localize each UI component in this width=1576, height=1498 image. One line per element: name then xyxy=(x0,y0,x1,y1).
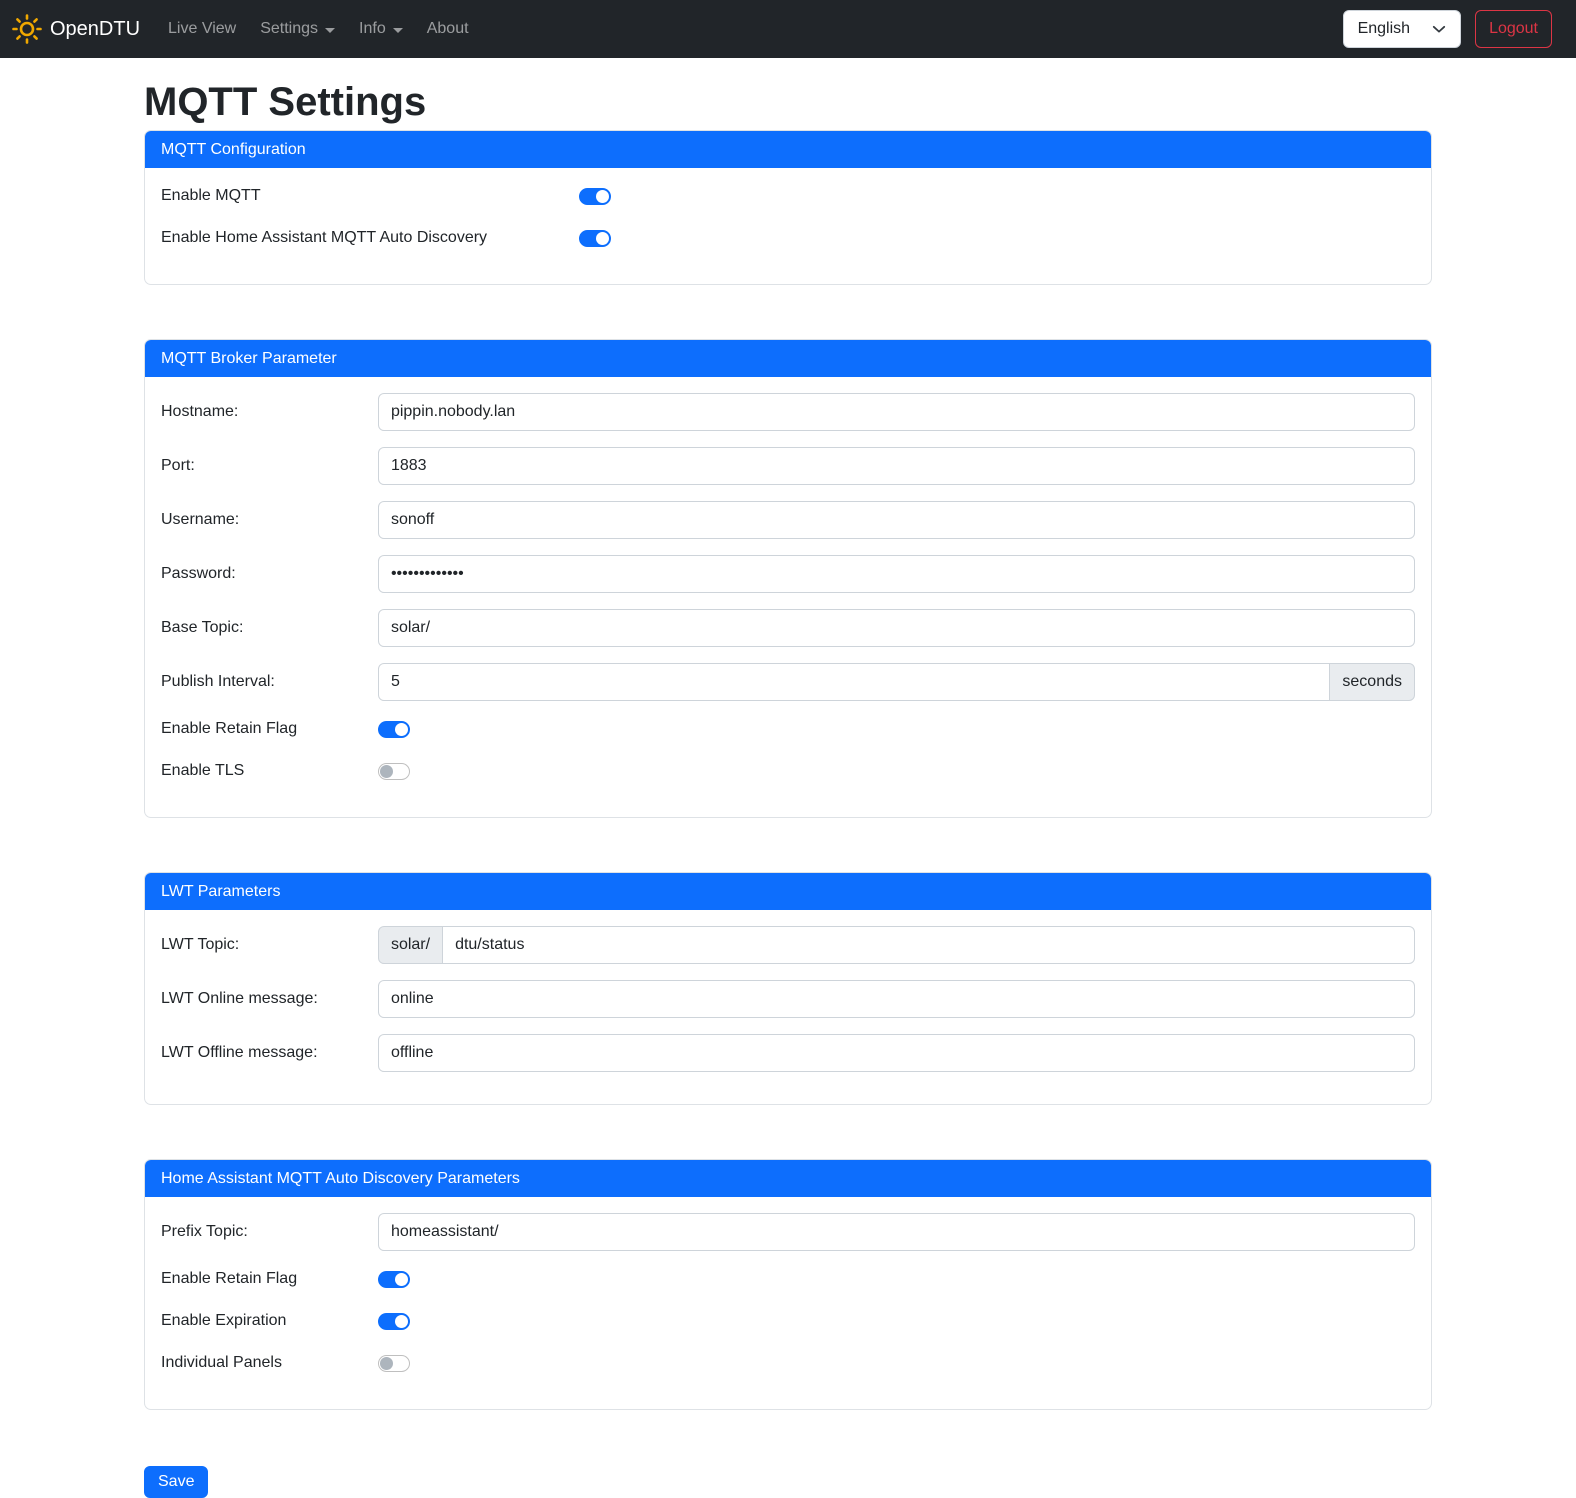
base-topic-input[interactable] xyxy=(378,609,1415,647)
nav-item-live-view[interactable]: Live View xyxy=(160,12,244,46)
brand-link[interactable]: OpenDTU xyxy=(12,14,140,44)
row-ha-enable-retain: Enable Retain Flag xyxy=(161,1267,1415,1291)
chevron-down-icon xyxy=(1432,22,1446,36)
nav-item-label: About xyxy=(427,20,469,38)
enable-expiration-switch[interactable] xyxy=(378,1313,410,1330)
publish-interval-input[interactable] xyxy=(378,663,1330,701)
nav-item-label: Info xyxy=(359,20,386,38)
enable-ha-discovery-label: Enable Home Assistant MQTT Auto Discover… xyxy=(161,229,579,247)
lwt-topic-prefix: solar/ xyxy=(378,926,443,964)
hostname-label: Hostname: xyxy=(161,403,378,421)
username-label: Username: xyxy=(161,511,378,529)
nav-item-about[interactable]: About xyxy=(419,12,477,46)
lwt-offline-label: LWT Offline message: xyxy=(161,1044,378,1062)
row-hostname: Hostname: xyxy=(161,393,1415,431)
enable-tls-switch[interactable] xyxy=(378,763,410,780)
card-header: MQTT Configuration xyxy=(145,131,1431,168)
prefix-topic-input[interactable] xyxy=(378,1213,1415,1251)
base-topic-label: Base Topic: xyxy=(161,619,378,637)
nav-item-label: Live View xyxy=(168,20,236,38)
nav-item-label: Settings xyxy=(260,20,318,38)
row-enable-tls: Enable TLS xyxy=(161,759,1415,783)
nav-item-info[interactable]: Info xyxy=(351,12,411,46)
card-header: Home Assistant MQTT Auto Discovery Param… xyxy=(145,1160,1431,1197)
row-lwt-offline: LWT Offline message: xyxy=(161,1034,1415,1072)
navbar: OpenDTU Live View Settings Info About En… xyxy=(0,0,1576,58)
row-enable-retain: Enable Retain Flag xyxy=(161,717,1415,741)
card-mqtt-broker-parameter: MQTT Broker Parameter Hostname: Port: Us… xyxy=(144,339,1432,818)
row-enable-ha-discovery: Enable Home Assistant MQTT Auto Discover… xyxy=(161,226,1415,250)
row-lwt-online: LWT Online message: xyxy=(161,980,1415,1018)
prefix-topic-label: Prefix Topic: xyxy=(161,1223,378,1241)
row-publish-interval: Publish Interval: seconds xyxy=(161,663,1415,701)
enable-mqtt-switch[interactable] xyxy=(579,188,611,205)
password-label: Password: xyxy=(161,565,378,583)
row-enable-mqtt: Enable MQTT xyxy=(161,184,1415,208)
row-username: Username: xyxy=(161,501,1415,539)
lwt-online-label: LWT Online message: xyxy=(161,990,378,1008)
row-port: Port: xyxy=(161,447,1415,485)
enable-expiration-label: Enable Expiration xyxy=(161,1312,378,1330)
sun-icon xyxy=(12,14,42,44)
enable-retain-label: Enable Retain Flag xyxy=(161,720,378,738)
enable-tls-label: Enable TLS xyxy=(161,762,378,780)
individual-panels-label: Individual Panels xyxy=(161,1354,378,1372)
username-input[interactable] xyxy=(378,501,1415,539)
enable-retain-switch[interactable] xyxy=(378,721,410,738)
lwt-online-input[interactable] xyxy=(378,980,1415,1018)
card-header: LWT Parameters xyxy=(145,873,1431,910)
card-lwt-parameters: LWT Parameters LWT Topic: solar/ LWT Onl… xyxy=(144,872,1432,1105)
language-selected-value: English xyxy=(1358,20,1410,38)
row-password: Password: xyxy=(161,555,1415,593)
hostname-input[interactable] xyxy=(378,393,1415,431)
nav-item-settings[interactable]: Settings xyxy=(252,12,343,46)
port-input[interactable] xyxy=(378,447,1415,485)
lwt-topic-input[interactable] xyxy=(442,926,1415,964)
brand-label: OpenDTU xyxy=(50,18,140,41)
caret-down-icon xyxy=(325,28,335,33)
password-input[interactable] xyxy=(378,555,1415,593)
logout-button[interactable]: Logout xyxy=(1475,10,1552,48)
caret-down-icon xyxy=(393,28,403,33)
page-title: MQTT Settings xyxy=(144,78,1432,126)
row-prefix-topic: Prefix Topic: xyxy=(161,1213,1415,1251)
card-header: MQTT Broker Parameter xyxy=(145,340,1431,377)
lwt-topic-label: LWT Topic: xyxy=(161,936,378,954)
port-label: Port: xyxy=(161,457,378,475)
language-select[interactable]: English xyxy=(1343,10,1461,48)
publish-interval-unit: seconds xyxy=(1329,663,1415,701)
row-base-topic: Base Topic: xyxy=(161,609,1415,647)
enable-ha-discovery-switch[interactable] xyxy=(579,230,611,247)
save-button[interactable]: Save xyxy=(144,1466,208,1498)
individual-panels-switch[interactable] xyxy=(378,1355,410,1372)
card-mqtt-configuration: MQTT Configuration Enable MQTT Enable Ho… xyxy=(144,130,1432,285)
row-individual-panels: Individual Panels xyxy=(161,1351,1415,1375)
enable-mqtt-label: Enable MQTT xyxy=(161,187,579,205)
lwt-offline-input[interactable] xyxy=(378,1034,1415,1072)
ha-enable-retain-label: Enable Retain Flag xyxy=(161,1270,378,1288)
card-ha-discovery-parameters: Home Assistant MQTT Auto Discovery Param… xyxy=(144,1159,1432,1410)
ha-enable-retain-switch[interactable] xyxy=(378,1271,410,1288)
row-lwt-topic: LWT Topic: solar/ xyxy=(161,926,1415,964)
publish-interval-label: Publish Interval: xyxy=(161,673,378,691)
row-enable-expiration: Enable Expiration xyxy=(161,1309,1415,1333)
nav-links: Live View Settings Info About xyxy=(156,12,481,46)
